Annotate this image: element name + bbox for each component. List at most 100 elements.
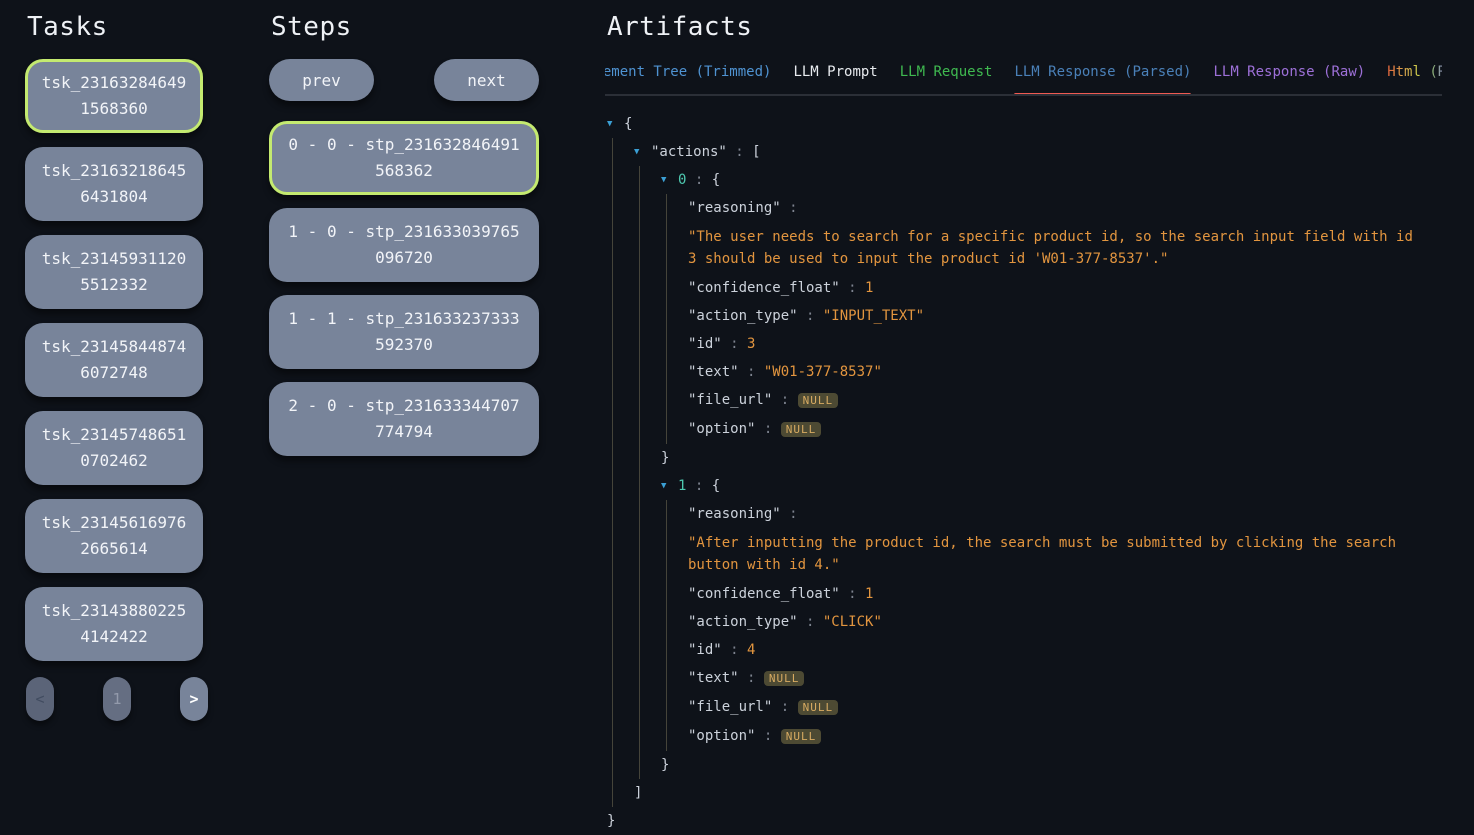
- json-token-colon: :: [772, 392, 797, 408]
- artifact-tab[interactable]: LLM Response (Parsed): [1014, 60, 1191, 94]
- json-token-colon: :: [755, 728, 780, 744]
- json-token-colon: :: [798, 614, 823, 630]
- json-tree-line: "id" : 3: [605, 330, 1442, 358]
- step-button[interactable]: 2 - 0 - stp_231633344707774794: [269, 382, 539, 456]
- json-token-str: "CLICK": [823, 614, 882, 630]
- collapse-arrow-icon[interactable]: ▼: [661, 170, 678, 190]
- json-token-colon: :: [722, 642, 747, 658]
- json-token-colon: :: [739, 670, 764, 686]
- artifact-tab[interactable]: LLM Response (Raw): [1213, 60, 1365, 94]
- indent-guide: [639, 415, 640, 444]
- json-token-key: "reasoning": [688, 200, 781, 216]
- collapse-arrow-icon[interactable]: ▼: [634, 142, 651, 162]
- artifact-tab[interactable]: LLM Request: [900, 60, 993, 94]
- indent-guide: [612, 415, 613, 444]
- collapse-arrow-icon[interactable]: ▼: [661, 476, 678, 496]
- tasks-title: Tasks: [27, 12, 208, 42]
- artifact-tab[interactable]: LLM Prompt: [793, 60, 877, 94]
- json-token-num: 1: [865, 280, 873, 296]
- json-token-colon: :: [686, 172, 711, 188]
- json-token-punct: [: [752, 144, 760, 160]
- task-button[interactable]: tsk_231456169762665614: [25, 499, 203, 573]
- indent-guide: [666, 358, 667, 386]
- artifact-tab[interactable]: Element Tree (Trimmed): [605, 60, 771, 94]
- indent-guide: [666, 636, 667, 664]
- json-token-str: "After inputting the product id, the sea…: [688, 532, 1416, 576]
- json-token-colon: :: [781, 506, 798, 522]
- task-button[interactable]: tsk_231632846491568360: [25, 59, 203, 133]
- pagination-next-button[interactable]: >: [180, 677, 208, 721]
- indent-guide: [612, 636, 613, 664]
- indent-guide: [612, 500, 613, 528]
- json-tree-line: }: [605, 807, 1442, 835]
- indent-guide: [612, 664, 613, 693]
- json-token-key: "id": [688, 336, 722, 352]
- step-button[interactable]: 1 - 0 - stp_231633039765096720: [269, 208, 539, 282]
- json-tree-line: "confidence_float" : 1: [605, 274, 1442, 302]
- prev-step-button[interactable]: prev: [269, 59, 374, 101]
- json-token-num: 4: [747, 642, 755, 658]
- task-button[interactable]: tsk_231457486510702462: [25, 411, 203, 485]
- json-tree-line: ]: [605, 779, 1442, 807]
- json-tree-line: "id" : 4: [605, 636, 1442, 664]
- step-nav: prev next: [269, 59, 539, 101]
- json-token-key: "file_url": [688, 392, 772, 408]
- json-token-null: NULL: [798, 700, 839, 715]
- task-button[interactable]: tsk_231632186456431804: [25, 147, 203, 221]
- artifact-tab[interactable]: Html (Raw): [1387, 60, 1442, 94]
- step-button[interactable]: 1 - 1 - stp_231633237333592370: [269, 295, 539, 369]
- json-tree-line: ▼0 : {: [605, 166, 1442, 194]
- json-token-punct: ]: [634, 785, 642, 801]
- task-button[interactable]: tsk_231459311205512332: [25, 235, 203, 309]
- indent-guide: [639, 330, 640, 358]
- json-token-str: "W01-377-8537": [764, 364, 882, 380]
- json-tree-line: "option" : NULL: [605, 415, 1442, 444]
- indent-guide: [639, 302, 640, 330]
- pagination-prev-button[interactable]: <: [26, 677, 54, 721]
- task-button[interactable]: tsk_231438802254142422: [25, 587, 203, 661]
- indent-guide: [612, 386, 613, 415]
- json-token-str: "INPUT_TEXT": [823, 308, 924, 324]
- indent-guide: [612, 358, 613, 386]
- json-token-key: "text": [688, 364, 739, 380]
- json-token-key: "option": [688, 421, 755, 437]
- indent-guide: [612, 222, 613, 274]
- json-token-null: NULL: [798, 393, 839, 408]
- json-token-key: "confidence_float": [688, 280, 840, 296]
- indent-guide: [639, 636, 640, 664]
- json-token-key: "action_type": [688, 614, 798, 630]
- json-tree-line: "option" : NULL: [605, 722, 1442, 751]
- indent-guide: [666, 415, 667, 444]
- json-token-colon: :: [755, 421, 780, 437]
- pagination-page-button[interactable]: 1: [103, 677, 131, 721]
- indent-guide: [612, 608, 613, 636]
- indent-guide: [612, 166, 613, 194]
- task-button[interactable]: tsk_231458448746072748: [25, 323, 203, 397]
- indent-guide: [639, 472, 640, 500]
- json-tree-line: }: [605, 444, 1442, 472]
- next-step-button[interactable]: next: [434, 59, 539, 101]
- steps-title: Steps: [271, 12, 539, 42]
- json-token-key: "actions": [651, 144, 727, 160]
- json-tree-viewer: ▼{▼"actions" : [▼0 : {"reasoning" : "The…: [605, 110, 1442, 835]
- json-token-punct: {: [624, 116, 632, 132]
- indent-guide: [639, 194, 640, 222]
- json-token-key: "text": [688, 670, 739, 686]
- indent-guide: [639, 358, 640, 386]
- json-token-colon: :: [840, 586, 865, 602]
- json-tree-line: "action_type" : "INPUT_TEXT": [605, 302, 1442, 330]
- indent-guide: [639, 500, 640, 528]
- tasks-pagination: < 1 >: [26, 677, 208, 721]
- indent-guide: [612, 693, 613, 722]
- collapse-arrow-icon[interactable]: ▼: [607, 114, 624, 134]
- indent-guide: [666, 302, 667, 330]
- steps-list: 0 - 0 - stp_231632846491568362 1 - 0 - st…: [269, 121, 539, 456]
- json-token-punct: {: [712, 478, 720, 494]
- artifacts-panel: Artifacts Element Tree (Trimmed)LLM Prom…: [605, 12, 1442, 835]
- indent-guide: [639, 222, 640, 274]
- steps-panel: Steps prev next 0 - 0 - stp_231632846491…: [269, 12, 539, 469]
- tasks-list: tsk_231632846491568360 tsk_23163218645643…: [25, 59, 208, 661]
- json-token-colon: :: [722, 336, 747, 352]
- json-tree-line: "confidence_float" : 1: [605, 580, 1442, 608]
- step-button[interactable]: 0 - 0 - stp_231632846491568362: [269, 121, 539, 195]
